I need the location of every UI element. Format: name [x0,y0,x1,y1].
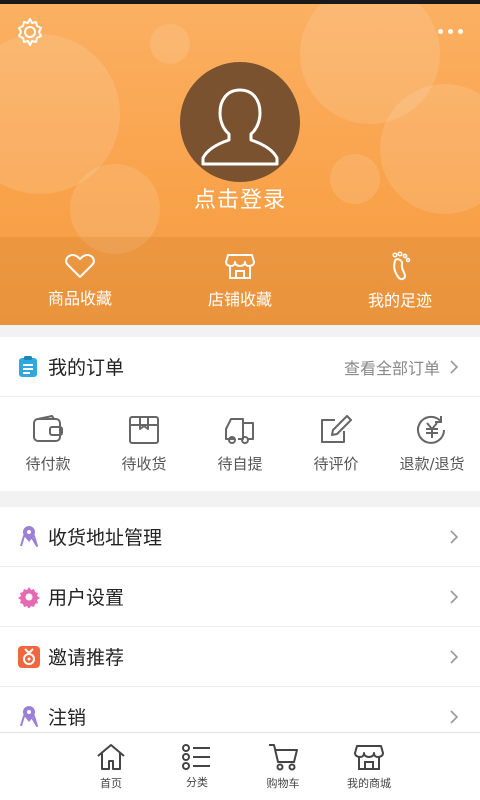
invite-label: 邀请推荐 [48,647,125,669]
gear-icon [18,586,40,608]
order-pending-payment-label: 待付款 [25,454,71,473]
user-silhouette-icon [201,88,279,166]
cart-icon [269,743,298,770]
order-refund-label: 退款/退货 [399,454,465,473]
user-settings-item[interactable]: 用户设置 [0,567,480,627]
user-settings-label: 用户设置 [48,587,125,609]
footprints-label: 我的足迹 [367,291,432,310]
gear-icon [18,18,42,46]
more-options-button[interactable] [432,16,468,46]
store-icon [354,744,384,770]
list-icon [182,743,210,770]
tab-home-label: 首页 [100,776,122,790]
heart-icon [65,254,95,278]
clipboard-icon [19,355,37,377]
dot [457,28,463,34]
fav-goods-label: 商品收藏 [47,289,112,308]
profile-header: 点击登录 商品收藏 店铺收藏 我的足迹 [0,4,480,325]
chevron-right-icon [450,709,459,724]
order-pending-pickup-label: 待自提 [217,454,263,473]
view-all-orders-link[interactable]: 查看全部订单 [344,355,462,379]
order-pending-review[interactable]: 待评价 [288,397,384,491]
order-status-row: 待付款 待收货 待自提 待评价 退款/退货 [0,397,480,491]
chevron-right-icon [450,589,459,604]
edit-icon [321,414,352,443]
order-pending-pickup[interactable]: 待自提 [192,397,288,491]
view-all-orders-label: 查看全部订单 [343,358,440,378]
map-pin-icon [20,705,38,727]
home-icon [97,743,125,770]
store-icon [225,254,255,279]
chevron-right-icon [450,529,459,544]
favorites-bar: 商品收藏 店铺收藏 我的足迹 [0,237,480,325]
settings-button[interactable] [12,14,48,50]
tab-category-label: 分类 [186,775,208,789]
logout-label: 注销 [48,707,87,729]
order-refund[interactable]: 退款/退货 [384,397,480,491]
order-pending-receipt-label: 待收货 [121,454,167,473]
fav-store-button[interactable]: 店铺收藏 [160,237,320,325]
order-pending-receipt[interactable]: 待收货 [96,397,192,491]
footprint-icon [392,251,411,281]
tab-cart[interactable]: 购物车 [240,733,326,800]
package-icon [129,415,159,444]
fav-goods-button[interactable]: 商品收藏 [0,237,160,325]
orders-panel: 我的订单 查看全部订单 待付款 待收货 待自提 待评价 退款/退货 [0,337,480,491]
refund-icon [417,415,445,444]
order-pending-payment[interactable]: 待付款 [0,397,96,491]
address-management-label: 收货地址管理 [48,527,163,549]
order-pending-review-label: 待评价 [313,454,359,473]
dot [447,28,453,34]
wallet-icon [33,414,63,442]
tab-home[interactable]: 首页 [68,733,154,800]
decor-bubble [150,24,190,64]
chevron-right-icon [450,649,459,664]
footprints-button[interactable]: 我的足迹 [320,237,480,325]
orders-title: 我的订单 [48,357,125,379]
login-link[interactable]: 点击登录 [0,182,480,214]
truck-icon [225,417,254,444]
settings-menu: 收货地址管理 用户设置 邀请推荐 注销 [0,507,480,747]
dot [437,28,443,34]
fav-store-label: 店铺收藏 [207,290,272,309]
chevron-right-icon [450,359,459,374]
tab-my-store[interactable]: 我的商城 [326,733,412,800]
avatar[interactable] [180,62,300,182]
tab-cart-label: 购物车 [266,776,300,790]
map-pin-icon [20,525,38,547]
orders-header: 我的订单 查看全部订单 [0,337,480,397]
invite-icon [18,645,40,668]
bottom-tab-bar: 首页 分类 购物车 我的商城 [0,732,480,800]
address-management-item[interactable]: 收货地址管理 [0,507,480,567]
tab-category[interactable]: 分类 [154,733,240,800]
invite-item[interactable]: 邀请推荐 [0,627,480,687]
tab-my-store-label: 我的商城 [347,776,391,790]
